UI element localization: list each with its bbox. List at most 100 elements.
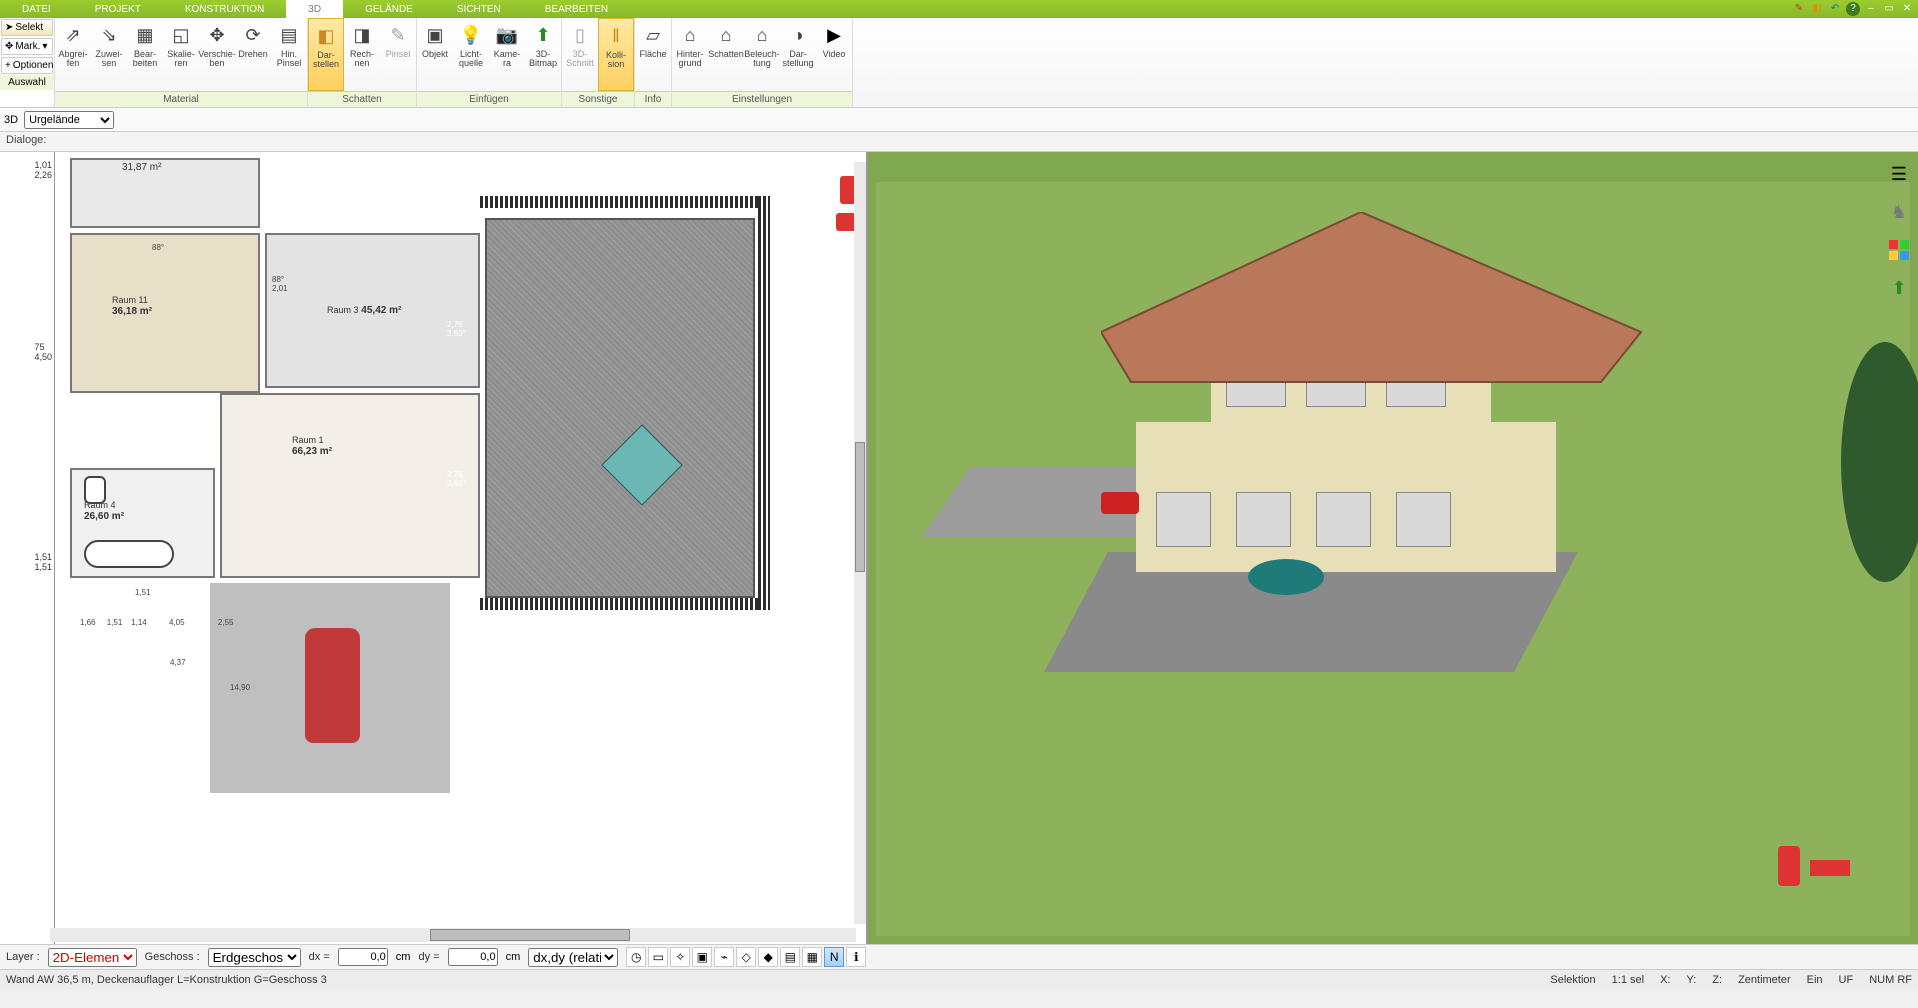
window-minimize-icon[interactable]: – — [1864, 2, 1878, 16]
room-1[interactable]: Raum 166,23 m² — [220, 393, 480, 578]
room-11[interactable]: Raum 1136,18 m² 88° — [70, 233, 260, 393]
status-selektion: Selektion — [1550, 974, 1595, 986]
square-icon[interactable]: ◧ — [1810, 2, 1824, 16]
palette-icon[interactable] — [1887, 238, 1911, 262]
ruler-mark: 1,511,51 — [34, 552, 52, 572]
dy-input[interactable] — [448, 948, 498, 966]
clock-icon[interactable]: ◷ — [626, 947, 646, 967]
cube-shadow-icon: ◧ — [313, 23, 339, 49]
bathtub-icon — [84, 540, 174, 568]
snap5-icon[interactable]: ◆ — [758, 947, 778, 967]
tab-datei[interactable]: DATEI — [0, 0, 73, 18]
room-4[interactable]: Raum 426,60 m² — [70, 468, 215, 578]
dim-88a: 88° — [152, 243, 164, 252]
window-3d — [1396, 492, 1451, 547]
window-close-icon[interactable]: ✕ — [1900, 2, 1914, 16]
geschoss-dropdown[interactable]: Erdgeschos — [208, 948, 301, 967]
area-icon: ▱ — [640, 22, 666, 48]
drehen-button[interactable]: ⟳Drehen — [235, 18, 271, 91]
lichtquelle-button[interactable]: 💡Licht- quelle — [453, 18, 489, 91]
edit-icon: ▦ — [132, 22, 158, 48]
status-uf: UF — [1839, 974, 1854, 986]
window-3d — [1316, 492, 1371, 547]
layer-dropdown[interactable]: 2D-Elemen — [48, 948, 137, 967]
tab-gelaende[interactable]: GELÄNDE — [343, 0, 435, 18]
kamera-button[interactable]: 📷Kame- ra — [489, 18, 525, 91]
dim-row: 1,66 1,51 1,14 4,05 2,55 — [80, 618, 233, 627]
zuweisen-button[interactable]: ⇘Zuwei- sen — [91, 18, 127, 91]
room-3[interactable]: Raum 3 45,42 m² 88°2,01 — [265, 233, 480, 388]
tab-sichten[interactable]: SICHTEN — [435, 0, 523, 18]
flaeche-button[interactable]: ▱Fläche — [635, 18, 671, 91]
section-icon: ▯ — [567, 22, 593, 48]
rechnen-button[interactable]: ◨Rech- nen — [344, 18, 380, 91]
mark-button[interactable]: ✥Mark.▾ — [1, 38, 53, 55]
layer-select[interactable]: Urgelände — [24, 111, 114, 129]
group-schatten: ◧Dar- stellen ◨Rech- nen ✎Pinsel Schatte… — [308, 18, 417, 107]
schatten-settings-button[interactable]: ⌂Schatten — [708, 18, 744, 91]
scrollbar-vertical[interactable] — [854, 162, 866, 924]
status-ratio: 1:1 sel — [1612, 974, 1644, 986]
hin-pinsel-button[interactable]: ▤Hin. Pinsel — [271, 18, 307, 91]
display-icon: ◑ — [785, 22, 811, 48]
bearbeiten-button[interactable]: ▦Bear- beiten — [127, 18, 163, 91]
options-button[interactable]: +Optionen — [1, 57, 53, 74]
window-restore-icon[interactable]: ▭ — [1882, 2, 1896, 16]
scroll-thumb[interactable] — [430, 929, 630, 941]
scrollbar-horizontal[interactable] — [50, 928, 856, 942]
view-3d[interactable]: ☰ ♞ ⬆ — [868, 152, 1918, 944]
pinsel-button[interactable]: ✎Pinsel — [380, 18, 416, 91]
plus-icon: + — [5, 60, 11, 71]
scroll-thumb[interactable] — [855, 442, 865, 572]
darstellen-button[interactable]: ◧Dar- stellen — [308, 18, 344, 91]
mark-icon: ✥ — [5, 41, 13, 52]
layers-icon[interactable]: ☰ — [1887, 162, 1911, 186]
dx-input[interactable] — [338, 948, 388, 966]
select-button[interactable]: ➤Selekt — [1, 19, 53, 36]
snap3-icon[interactable]: ⌁ — [714, 947, 734, 967]
monitor-icon[interactable]: ▭ — [648, 947, 668, 967]
snap6-icon[interactable]: ▤ — [780, 947, 800, 967]
abgreifen-button[interactable]: ⇗Abgrei- fen — [55, 18, 91, 91]
bitmap-button[interactable]: ⬆3D- Bitmap — [525, 18, 561, 91]
hintergrund-button[interactable]: ⌂Hinter- grund — [672, 18, 708, 91]
terrace[interactable]: 2,762,63° 2,762,63° — [485, 218, 755, 598]
tab-3d[interactable]: 3D — [286, 0, 343, 18]
ruler-mark: 754,50 — [34, 342, 52, 362]
group-einfuegen: ▣Objekt 💡Licht- quelle 📷Kame- ra ⬆3D- Bi… — [417, 18, 562, 107]
eyedropper-icon: ⇗ — [60, 22, 86, 48]
snap2-icon[interactable]: ▣ — [692, 947, 712, 967]
room-2[interactable]: 31,87 m² — [70, 158, 260, 228]
pen-icon[interactable]: ✎ — [1792, 2, 1806, 16]
help-icon[interactable]: ? — [1846, 2, 1860, 16]
info-icon[interactable]: ℹ — [846, 947, 866, 967]
view-2d[interactable]: 1,012,26 754,50 1,511,51 31,87 m² Raum 1… — [0, 152, 868, 944]
chair-icon[interactable]: ♞ — [1887, 200, 1911, 224]
north-icon[interactable]: N — [824, 947, 844, 967]
tab-projekt[interactable]: PROJEKT — [73, 0, 163, 18]
objekt-button[interactable]: ▣Objekt — [417, 18, 453, 91]
coord-mode-dropdown[interactable]: dx,dy (relativ ka — [528, 948, 618, 967]
status-x: X: — [1660, 974, 1670, 986]
tab-konstruktion[interactable]: KONSTRUKTION — [163, 0, 286, 18]
beleuchtung-button[interactable]: ⌂Beleuch- tung — [744, 18, 780, 91]
verschieben-button[interactable]: ✥Verschie- ben — [199, 18, 235, 91]
schnitt-button[interactable]: ▯3D- Schnitt — [562, 18, 598, 91]
brush2-icon: ✎ — [385, 22, 411, 48]
grid-icon[interactable]: ▦ — [802, 947, 822, 967]
dim-1490: 14,90 — [230, 683, 250, 692]
kollision-button[interactable]: ‖Kolli- sion — [598, 18, 634, 91]
tree-icon[interactable]: ⬆ — [1887, 276, 1911, 300]
snap1-icon[interactable]: ✧ — [670, 947, 690, 967]
video-button[interactable]: ▶Video — [816, 18, 852, 91]
group-material: ⇗Abgrei- fen ⇘Zuwei- sen ▦Bear- beiten ◱… — [55, 18, 308, 107]
darstellung-button[interactable]: ◑Dar- stellung — [780, 18, 816, 91]
snap4-icon[interactable]: ◇ — [736, 947, 756, 967]
tab-bearbeiten[interactable]: BEARBEITEN — [523, 0, 630, 18]
dialog-bar: Dialoge: — [0, 132, 1918, 152]
collision-icon: ‖ — [603, 23, 629, 49]
skalieren-button[interactable]: ◱Skalie- ren — [163, 18, 199, 91]
status-z: Z: — [1712, 974, 1722, 986]
undo-icon[interactable]: ↶ — [1828, 2, 1842, 16]
house-light-icon: ⌂ — [749, 22, 775, 48]
